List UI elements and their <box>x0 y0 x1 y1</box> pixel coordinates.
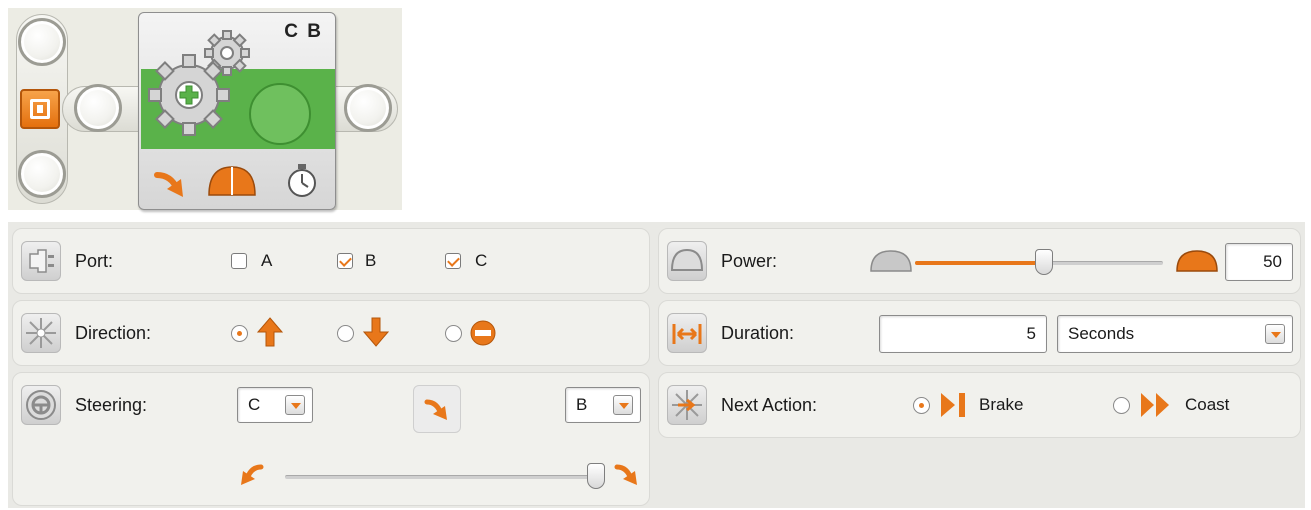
gears-icon <box>148 30 250 136</box>
steering-left-motor-select[interactable]: C <box>237 387 313 423</box>
steering-right-motor-value: B <box>576 395 588 414</box>
chevron-down-icon[interactable] <box>1265 324 1285 344</box>
duration-unit-value: Seconds <box>1068 324 1135 343</box>
steer-right-icon <box>614 464 637 485</box>
coast-label: Coast <box>1185 395 1230 414</box>
duration-icon <box>667 313 707 353</box>
move-block[interactable]: C B <box>138 12 336 210</box>
timer-icon <box>288 164 316 197</box>
steering-slider-thumb[interactable] <box>587 463 605 489</box>
direction-stop-radio[interactable] <box>445 325 462 342</box>
stop-icon[interactable] <box>469 319 497 347</box>
steering-label: Steering: <box>75 395 148 415</box>
port-b-checkbox[interactable] <box>337 253 353 269</box>
power-value-input[interactable]: 50 <box>1225 243 1293 281</box>
backward-arrow-icon[interactable] <box>363 317 389 347</box>
chevron-down-icon[interactable] <box>613 395 633 415</box>
sequence-plug-bottom[interactable] <box>18 150 66 198</box>
power-slider-fill <box>915 261 1045 265</box>
next-action-brake-radio[interactable] <box>913 397 930 414</box>
steering-slider-track[interactable] <box>285 475 597 479</box>
power-slider-thumb[interactable] <box>1035 249 1053 275</box>
next-action-label: Next Action: <box>721 395 818 415</box>
turn-arrow-icon <box>424 399 447 420</box>
port-c-label: C <box>475 251 488 270</box>
port-b-label: B <box>365 251 377 270</box>
port-label: Port: <box>75 251 114 271</box>
port-a-label: A <box>261 251 273 270</box>
port-c-checkbox[interactable] <box>445 253 461 269</box>
brake-icon[interactable] <box>939 391 969 419</box>
steering-row: Steering: C B <box>12 372 650 506</box>
steer-left-icon <box>241 464 264 485</box>
sequence-plug-out[interactable] <box>344 84 392 132</box>
power-value: 50 <box>1263 252 1282 271</box>
steering-right-motor-select[interactable]: B <box>565 387 641 423</box>
duration-value-input[interactable]: 5 <box>879 315 1047 353</box>
motor-block-preview: C B <box>8 8 402 210</box>
sequence-plug-top[interactable] <box>18 18 66 66</box>
steering-direction-toggle[interactable] <box>413 385 461 433</box>
duration-row: Duration: 5 Seconds <box>658 300 1301 366</box>
direction-icon <box>21 313 61 353</box>
direction-label: Direction: <box>75 323 152 343</box>
sequence-start-icon[interactable] <box>20 89 60 129</box>
power-low-icon <box>870 250 912 272</box>
power-icon <box>667 241 707 281</box>
next-action-coast-radio[interactable] <box>1113 397 1130 414</box>
power-row: Power: 50 <box>658 228 1301 294</box>
port-row: Port: A B C <box>12 228 650 294</box>
direction-arrow-icon <box>154 172 183 197</box>
duration-value: 5 <box>1026 324 1036 343</box>
forward-arrow-icon[interactable] <box>257 317 283 347</box>
direction-row: Direction: <box>12 300 650 366</box>
power-icon <box>208 166 256 196</box>
power-label: Power: <box>721 251 778 271</box>
duration-label: Duration: <box>721 323 795 343</box>
duration-unit-select[interactable]: Seconds <box>1057 315 1293 353</box>
brake-label: Brake <box>979 395 1024 414</box>
chevron-down-icon[interactable] <box>285 395 305 415</box>
direction-forward-radio[interactable] <box>231 325 248 342</box>
steering-left-motor-value: C <box>248 395 261 414</box>
block-ports-label: C B <box>284 21 323 42</box>
direction-backward-radio[interactable] <box>337 325 354 342</box>
port-icon <box>21 241 61 281</box>
port-a-checkbox[interactable] <box>231 253 247 269</box>
power-high-icon <box>1176 250 1218 272</box>
next-action-row: Next Action: Brake Coast <box>658 372 1301 438</box>
sequence-plug-in[interactable] <box>74 84 122 132</box>
next-action-icon <box>667 385 707 425</box>
steering-icon <box>21 385 61 425</box>
property-panel: Port: A B C Direction: Steering: C B Pow… <box>8 222 1305 508</box>
coast-icon[interactable] <box>1139 391 1173 419</box>
